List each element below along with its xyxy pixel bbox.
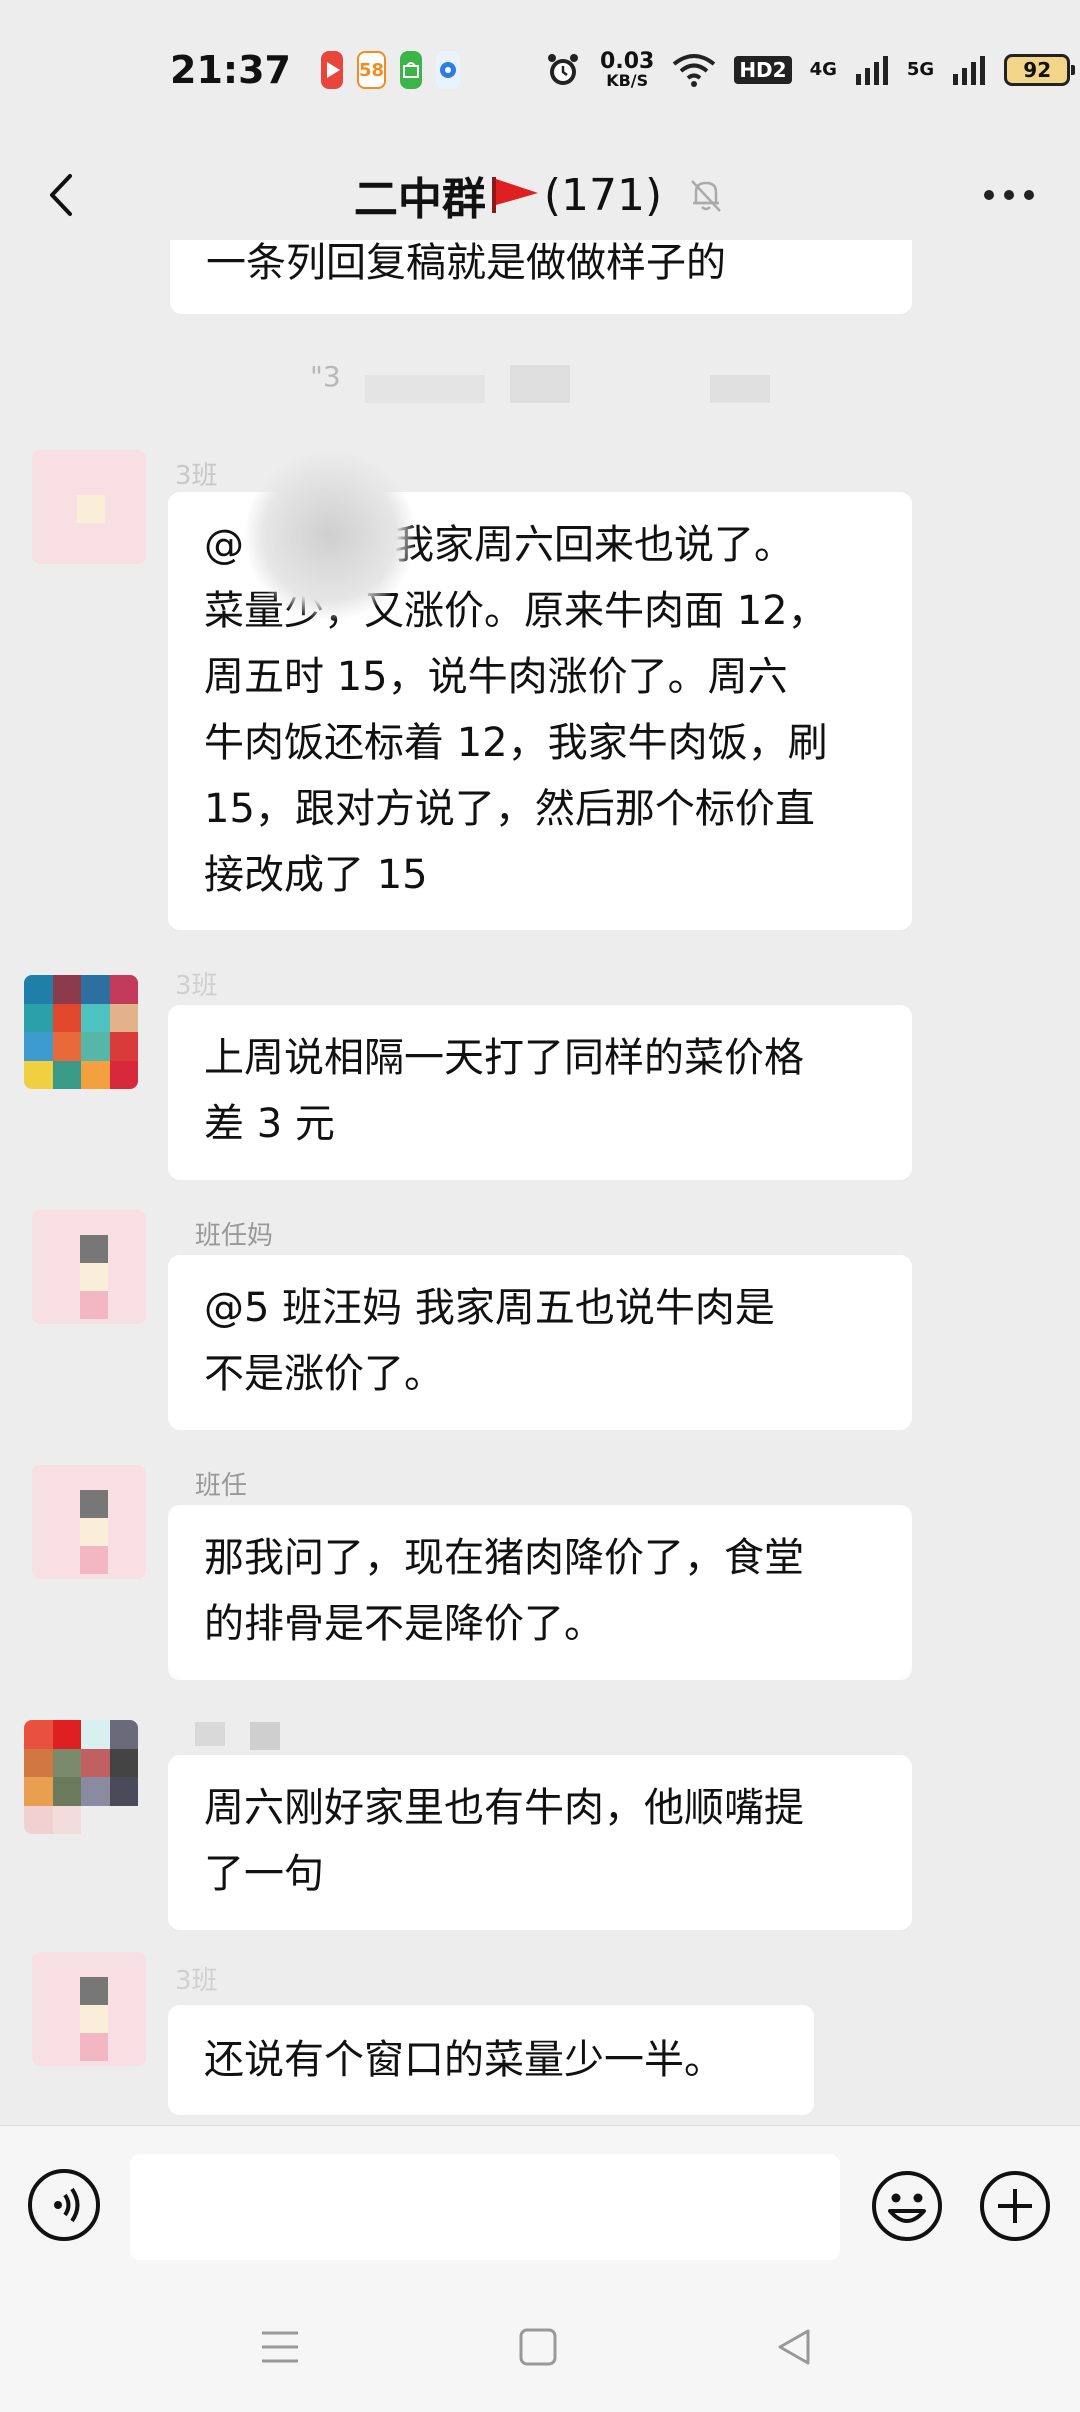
dot-icon	[1004, 190, 1014, 200]
message-bubble[interactable]: 上周说相隔一天打了同样的菜价格 差 3 元	[168, 1005, 912, 1180]
mention-prefix: @	[204, 522, 244, 568]
sender-name: 3班	[175, 461, 218, 491]
avatar[interactable]	[32, 1465, 146, 1579]
menu-icon[interactable]	[258, 2325, 302, 2369]
4g-label: 4G	[809, 59, 837, 80]
message-line: 周六刚好家里也有牛肉，他顺嘴提	[204, 1785, 804, 1831]
sender-name: 班任妈	[195, 1221, 274, 1251]
blurred-text	[365, 375, 485, 403]
more-options-button[interactable]	[984, 180, 1040, 210]
avatar[interactable]	[32, 1210, 146, 1324]
home-icon[interactable]	[516, 2325, 560, 2369]
back-icon[interactable]	[772, 2325, 816, 2369]
message-line: 周五时 15，说牛肉涨价了。周六	[204, 654, 788, 700]
shopping-app-icon	[400, 51, 423, 89]
voice-icon	[54, 2187, 80, 2223]
system-message-text: "3	[310, 360, 341, 393]
blurred-text	[510, 365, 570, 403]
member-count: (171)	[543, 169, 663, 221]
message-line: 15，跟对方说了，然后那个标价直	[204, 786, 815, 832]
status-bar: 21:37 58 0.03 KB/S HD2 4G 5G 92	[0, 0, 1080, 140]
emoji-icon[interactable]	[870, 2169, 944, 2243]
network-speed-value: 0.03	[600, 49, 655, 74]
avatar[interactable]	[32, 450, 146, 564]
blurred-sender	[195, 1722, 225, 1746]
message-input-bar	[0, 2125, 1080, 2285]
message-line: 接改成了 15	[204, 852, 428, 898]
message-bubble[interactable]: 还说有个窗口的菜量少一半。	[168, 2005, 814, 2115]
signal-4g-icon	[855, 56, 888, 85]
message-bubble[interactable]: @5 班汪妈 我家周五也说牛肉是 不是涨价了。	[168, 1255, 912, 1430]
message-input[interactable]	[130, 2154, 840, 2260]
message-line: 不是涨价了。	[204, 1351, 444, 1397]
circle-app-icon	[436, 51, 461, 89]
plus-icon[interactable]	[978, 2169, 1052, 2243]
message-line: 了一句	[204, 1851, 324, 1897]
red-flag-icon	[491, 177, 538, 213]
message-line: 的排骨是不是降价了。	[204, 1601, 604, 1647]
system-navigation-bar	[0, 2285, 1080, 2412]
group-name: 二中群	[353, 174, 486, 225]
dot-icon	[1024, 190, 1034, 200]
group-title: 二中群 (171)	[354, 163, 726, 227]
dot-icon	[984, 190, 994, 200]
sender-name: 3班	[175, 971, 218, 1001]
alarm-icon	[548, 54, 579, 85]
message-line: 还说有个窗口的菜量少一半。	[204, 2037, 724, 2083]
battery-indicator: 92	[1004, 54, 1076, 86]
chat-header: 二中群 (171)	[0, 140, 1080, 250]
system-message: "3	[310, 360, 341, 393]
voice-input-button[interactable]	[28, 2169, 100, 2241]
status-time: 21:37	[170, 48, 291, 92]
message-bubble[interactable]: 一条列回复稿就是做做样子的	[170, 240, 912, 314]
5g-label: 5G	[906, 59, 935, 80]
message-bubble[interactable]: 周六刚好家里也有牛肉，他顺嘴提 了一句	[168, 1755, 912, 1930]
avatar[interactable]	[24, 1720, 138, 1834]
battery-level: 92	[1023, 58, 1052, 82]
network-speed: 0.03 KB/S	[600, 51, 654, 89]
58-app-icon: 58	[356, 51, 387, 89]
network-speed-unit: KB/S	[606, 71, 649, 90]
message-bubble[interactable]: 那我问了，现在猪肉降价了，食堂 的排骨是不是降价了。	[168, 1505, 912, 1680]
message-line: 牛肉饭还标着 12，我家牛肉饭，刷	[204, 720, 828, 766]
blurred-sender	[250, 1722, 280, 1750]
avatar[interactable]	[24, 975, 138, 1089]
message-line: @5 班汪妈 我家周五也说牛肉是	[204, 1285, 775, 1331]
back-arrow-icon[interactable]	[38, 170, 88, 220]
sender-name: 3班	[175, 1966, 218, 1996]
muted-bell-icon	[691, 180, 722, 212]
wifi-icon	[673, 54, 716, 87]
status-indicators: 0.03 KB/S HD2 4G 5G 92	[544, 51, 1076, 89]
blurred-mention-overlay	[245, 450, 415, 620]
sender-name: 班任	[195, 1471, 248, 1501]
hd-badge: HD2	[734, 56, 792, 84]
message-line: 差 3 元	[204, 1101, 335, 1147]
message-line: 那我问了，现在猪肉降价了，食堂	[204, 1535, 804, 1581]
signal-5g-icon	[953, 56, 986, 85]
blurred-text	[710, 375, 770, 403]
chat-message-list[interactable]: 一条列回复稿就是做做样子的 "3 3班 @ 我家周六回来也说了。 菜量少，又涨价。…	[0, 240, 1080, 2125]
avatar[interactable]	[32, 1952, 146, 2066]
message-line: 上周说相隔一天打了同样的菜价格	[204, 1035, 804, 1081]
video-app-icon	[320, 51, 343, 89]
message-line-text: 我家周六回来也说了。	[394, 522, 794, 568]
message-text: 一条列回复稿就是做做样子的	[206, 240, 726, 286]
